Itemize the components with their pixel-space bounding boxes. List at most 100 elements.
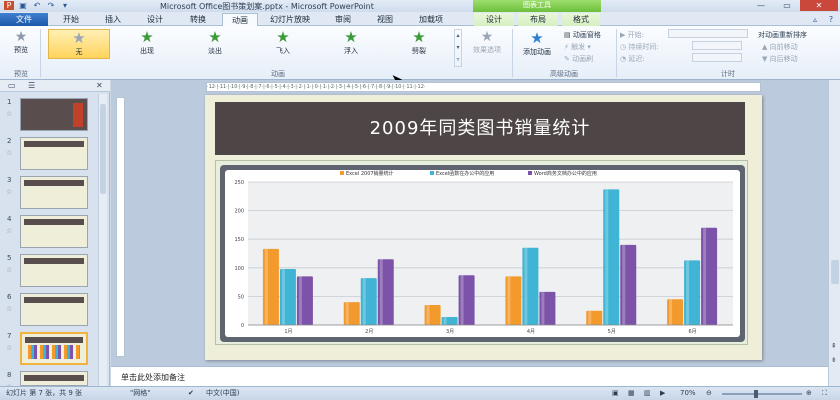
notes-placeholder[interactable]: 单击此处添加备注	[121, 372, 185, 383]
slide-thumbnail[interactable]	[20, 254, 88, 287]
spelling-icon[interactable]: ✔	[188, 387, 194, 400]
duration-label: ◷ 持续时间:	[620, 43, 659, 51]
bar-highlight	[298, 276, 302, 325]
legend-label: Excel函数在办公中的应用	[436, 170, 494, 177]
zoom-out-icon[interactable]: ⊖	[706, 387, 712, 400]
x-tick-label: 6月	[688, 329, 696, 335]
language[interactable]: 中文(中国)	[206, 387, 239, 400]
legend-swatch	[528, 171, 532, 175]
tab-transitions[interactable]: 转换	[180, 13, 216, 26]
normal-view-icon[interactable]: ▣	[612, 387, 619, 400]
zoom-in-icon[interactable]: ⊕	[806, 387, 812, 400]
animation-star-icon: ☆	[6, 110, 13, 118]
slide-thumbnail[interactable]	[20, 371, 88, 386]
effect-split[interactable]: ★ 劈裂	[388, 29, 450, 59]
current-slide[interactable]: 2009年同类图书销量统计 0 50 100 150 200 250 Excel 2007销…	[205, 95, 762, 360]
slide-count: 幻灯片 第 7 张，共 9 张	[6, 389, 83, 397]
undo-icon[interactable]: ↶	[32, 1, 42, 10]
tab-chart-format[interactable]: 格式	[562, 13, 600, 26]
add-animation-button[interactable]: ★ 添加动画	[516, 29, 558, 57]
slides-tab-icon[interactable]: ▭	[8, 81, 16, 90]
thumbnail-number: 1	[7, 98, 12, 106]
y-tick-label: 150	[234, 237, 244, 243]
effect-fly-in[interactable]: ★ 飞入	[252, 29, 314, 59]
delay-input[interactable]	[692, 53, 742, 62]
maximize-button[interactable]: ▭	[774, 0, 800, 11]
powerpoint-icon[interactable]: P	[4, 1, 14, 10]
start-select[interactable]	[668, 29, 748, 38]
slideshow-view-icon[interactable]: ▶	[660, 387, 665, 400]
reading-view-icon[interactable]: ▥	[644, 387, 651, 400]
move-earlier-icon: ▲	[762, 43, 770, 51]
tab-chart-layout[interactable]: 布局	[518, 13, 558, 26]
animation-pane-button[interactable]: ▤ 动画窗格	[564, 30, 601, 40]
trigger-button[interactable]: ⚡ 触发 ▾	[564, 42, 591, 52]
save-icon[interactable]: ▣	[18, 1, 28, 10]
ribbon-tabs: 文件 开始 插入 设计 转换 动画 幻灯片放映 审阅 视图 加载项 设计 布局 …	[0, 12, 840, 26]
tab-insert[interactable]: 插入	[96, 13, 130, 26]
slide-thumbnail[interactable]	[20, 137, 88, 170]
move-earlier-button[interactable]: ▲ 向前移动	[762, 42, 798, 52]
legend-label: Word商务文档办公中的应用	[534, 170, 597, 177]
minimize-ribbon-icon[interactable]: ▵	[808, 13, 822, 26]
slide-thumbnail[interactable]	[20, 332, 88, 365]
slide-title[interactable]: 2009年同类图书销量统计	[215, 102, 745, 155]
zoom-slider-thumb[interactable]	[754, 390, 758, 398]
animation-pane-icon: ▤	[564, 31, 573, 39]
close-panel-icon[interactable]: ✕	[96, 81, 103, 90]
bar-highlight	[622, 244, 626, 325]
duration-input[interactable]	[692, 41, 742, 50]
zoom-slider[interactable]	[722, 393, 802, 395]
customize-dropdown-icon[interactable]: ▾	[60, 1, 70, 10]
group-label-preview: 预览	[14, 70, 28, 78]
zoom-level[interactable]: 70%	[680, 387, 696, 400]
effect-fade[interactable]: ★ 淡出	[184, 29, 246, 59]
tab-animations[interactable]: 动画	[222, 13, 258, 26]
thumbnail-number: 5	[7, 254, 12, 262]
move-later-button[interactable]: ▼ 向后移动	[762, 54, 798, 64]
tab-review[interactable]: 审阅	[326, 13, 360, 26]
next-slide-icon[interactable]: ⇟	[831, 356, 837, 364]
outline-tab-icon[interactable]: ☰	[28, 81, 35, 90]
vertical-scrollbar[interactable]: ⇞ ⇟	[828, 80, 840, 386]
animation-star-icon: ☆	[6, 305, 13, 313]
animation-painter-button[interactable]: ✎ 动画刷	[564, 54, 593, 64]
animation-star-icon: ☆	[6, 266, 13, 274]
bar-highlight	[686, 260, 690, 325]
effect-options-button[interactable]: ★ 效果选项	[466, 29, 508, 55]
thumbnail-number: 6	[7, 293, 12, 301]
slide-thumbnail[interactable]	[20, 176, 88, 209]
preview-button[interactable]: ★ 预览	[6, 29, 36, 55]
redo-icon[interactable]: ↷	[46, 1, 56, 10]
x-tick-label: 3月	[446, 329, 454, 335]
tab-addins[interactable]: 加载项	[410, 13, 452, 26]
help-icon[interactable]: ?	[824, 13, 838, 26]
close-button[interactable]: ✕	[800, 0, 838, 11]
bar-chart[interactable]: 0 50 100 150 200 250 Excel 2007销量统计 Excel函数在办公中…	[216, 161, 749, 346]
slide-thumbnail[interactable]	[20, 215, 88, 248]
fit-slide-icon[interactable]: ⛶	[822, 387, 827, 400]
chart-frame[interactable]: 0 50 100 150 200 250 Excel 2007销量统计 Excel函数在办公中…	[215, 160, 748, 345]
prev-slide-icon[interactable]: ⇞	[831, 342, 837, 350]
thumbnail-number: 4	[7, 215, 12, 223]
tab-file[interactable]: 文件	[0, 13, 48, 26]
slide-thumbnail[interactable]	[20, 293, 88, 326]
slide-thumbnail[interactable]	[20, 98, 88, 131]
notes-pane[interactable]: 单击此处添加备注	[111, 366, 828, 386]
title-bar: P ▣ ↶ ↷ ▾ Microsoft Office图书策划案.pptx - M…	[0, 0, 840, 12]
gallery-scroll[interactable]: ▴ ▾ ▿	[454, 29, 462, 67]
effect-appear[interactable]: ★ 出现	[116, 29, 178, 59]
tab-design[interactable]: 设计	[138, 13, 172, 26]
tab-chart-design[interactable]: 设计	[474, 13, 514, 26]
y-tick-label: 100	[234, 266, 244, 272]
scroll-thumb[interactable]	[831, 260, 839, 284]
tab-home[interactable]: 开始	[54, 13, 88, 26]
effect-none[interactable]: ★ 无	[48, 29, 110, 59]
tab-view[interactable]: 视图	[368, 13, 402, 26]
sorter-view-icon[interactable]: ▦	[628, 387, 635, 400]
minimize-button[interactable]: —	[748, 0, 774, 11]
thumbnail-scrollbar[interactable]	[98, 94, 107, 386]
effect-float-in[interactable]: ★ 浮入	[320, 29, 382, 59]
tab-slideshow[interactable]: 幻灯片放映	[262, 13, 318, 26]
effect-fade-icon: ★	[208, 28, 222, 46]
